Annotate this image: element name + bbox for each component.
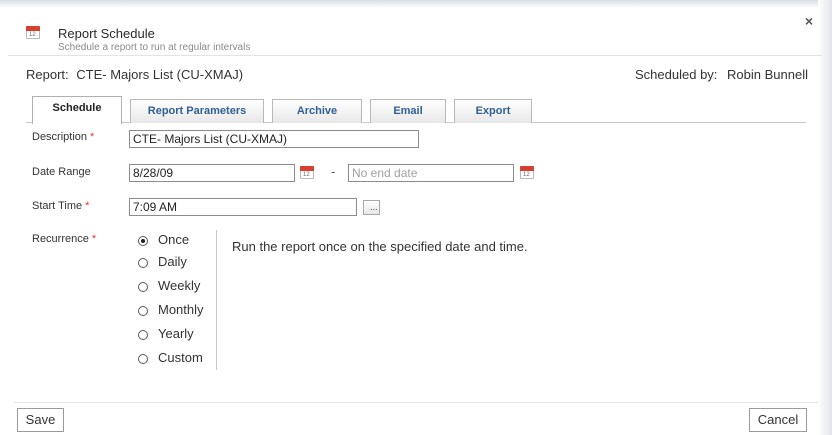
radio-label: Yearly <box>158 326 194 341</box>
time-picker-button[interactable]: ... <box>363 200 380 215</box>
start-time-label: Start Time * <box>32 200 89 212</box>
tab-report-parameters[interactable]: Report Parameters <box>130 99 264 123</box>
dialog-header: 12 Report Schedule Schedule a report to … <box>8 12 822 56</box>
radio-label: Daily <box>158 254 187 269</box>
recurrence-description: Run the report once on the specified dat… <box>232 239 528 254</box>
report-name: CTE- Majors List (CU-XMAJ) <box>76 67 244 82</box>
end-date-input[interactable] <box>348 164 514 182</box>
radio-icon <box>138 330 148 340</box>
tab-email[interactable]: Email <box>370 99 446 123</box>
required-marker: * <box>85 200 90 212</box>
save-button[interactable]: Save <box>17 408 64 432</box>
radio-label: Once <box>158 232 190 247</box>
radio-icon <box>138 282 148 292</box>
tab-schedule[interactable]: Schedule <box>32 96 122 124</box>
radio-icon <box>138 306 148 316</box>
radio-selected-icon <box>138 236 148 246</box>
cancel-button[interactable]: Cancel <box>749 408 807 432</box>
scheduled-by-name: Robin Bunnell <box>727 67 808 82</box>
description-input[interactable] <box>129 130 419 148</box>
dialog-subtitle: Schedule a report to run at regular inte… <box>58 42 251 53</box>
tab-bar: Schedule Report Parameters Archive Email… <box>26 96 806 124</box>
date-range-label: Date Range <box>32 166 91 178</box>
close-icon[interactable]: × <box>802 14 816 28</box>
footer-divider <box>14 402 818 403</box>
scheduled-by-label: Scheduled by: <box>635 67 718 82</box>
date-range-separator: - <box>331 164 336 179</box>
tab-export[interactable]: Export <box>454 99 532 123</box>
tab-archive[interactable]: Archive <box>272 99 362 123</box>
report-info: Report: CTE- Majors List (CU-XMAJ) <box>26 67 243 82</box>
start-time-label-text: Start Time <box>32 200 83 212</box>
radio-label: Custom <box>158 350 203 365</box>
description-label-text: Description <box>32 131 88 143</box>
dialog-title: Report Schedule <box>58 26 155 41</box>
required-marker: * <box>90 131 95 143</box>
required-marker: * <box>91 233 97 245</box>
radio-icon <box>138 354 148 364</box>
radio-label: Weekly <box>158 278 201 293</box>
radio-icon <box>138 258 148 268</box>
start-date-calendar-icon[interactable]: 12 <box>300 166 314 179</box>
radio-label: Monthly <box>158 302 204 317</box>
recurrence-label: Recurrence * <box>32 233 96 245</box>
recurrence-options: Once Daily Weekly Monthly Yearly Custom <box>137 230 217 370</box>
dialog-right-edge <box>818 0 832 435</box>
recurrence-label-text: Recurrence <box>32 233 89 245</box>
end-date-calendar-icon[interactable]: 12 <box>520 166 534 179</box>
start-time-input[interactable] <box>129 198 357 216</box>
dialog-top-edge <box>0 0 832 8</box>
start-date-input[interactable] <box>129 164 295 182</box>
description-label: Description * <box>32 131 94 143</box>
scheduled-by-info: Scheduled by: Robin Bunnell <box>635 67 808 82</box>
report-schedule-dialog: 12 Report Schedule Schedule a report to … <box>0 0 832 435</box>
calendar-icon: 12 <box>26 26 40 39</box>
report-label: Report: <box>26 67 69 82</box>
